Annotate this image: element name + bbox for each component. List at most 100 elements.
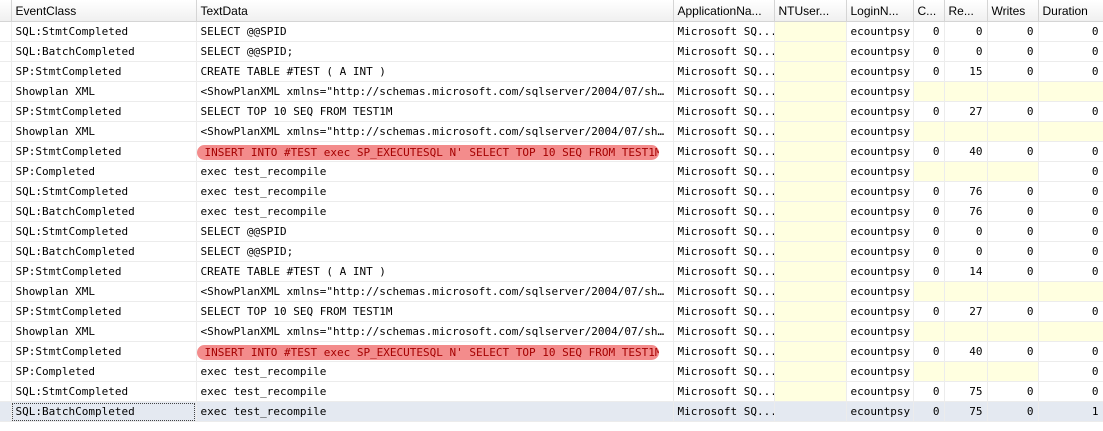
duration-cell[interactable]: 0 [1038, 381, 1103, 402]
writes-cell[interactable]: 0 [987, 381, 1039, 402]
table-row[interactable]: SQL:BatchCompleted exec test_recompile Mic… [0, 401, 1103, 422]
table-row[interactable]: Showplan XML <ShowPlanXML xmlns="http://s… [0, 281, 1103, 302]
event-class-cell[interactable]: SQL:BatchCompleted [11, 401, 197, 422]
row-header[interactable] [0, 401, 12, 422]
nt-user-cell[interactable] [774, 121, 847, 142]
column-header-duration[interactable]: Duration [1038, 0, 1103, 22]
text-data-cell[interactable]: exec test_recompile [196, 201, 674, 222]
row-header[interactable] [0, 61, 12, 82]
column-header-textdata[interactable]: TextData [196, 0, 674, 22]
writes-cell[interactable] [987, 361, 1039, 382]
row-header[interactable] [0, 261, 12, 282]
table-row[interactable]: Showplan XML <ShowPlanXML xmlns="http://s… [0, 321, 1103, 342]
reads-cell[interactable] [944, 361, 988, 382]
text-data-cell[interactable]: <ShowPlanXML xmlns="http://schemas.micro… [196, 321, 674, 342]
column-header-ntusername[interactable]: NTUser... [774, 0, 847, 22]
row-header[interactable] [0, 121, 12, 142]
writes-cell[interactable]: 0 [987, 101, 1039, 122]
reads-cell[interactable]: 15 [944, 61, 988, 82]
event-class-cell[interactable]: SQL:StmtCompleted [11, 21, 197, 42]
reads-cell[interactable]: 40 [944, 141, 988, 162]
duration-cell[interactable]: 0 [1038, 301, 1103, 322]
reads-cell[interactable]: 0 [944, 221, 988, 242]
event-class-cell[interactable]: SP:Completed [11, 361, 197, 382]
event-class-cell[interactable]: SP:StmtCompleted [11, 141, 197, 162]
column-header-cpu[interactable]: C... [913, 0, 945, 22]
cpu-cell[interactable]: 0 [913, 101, 945, 122]
writes-cell[interactable]: 0 [987, 401, 1039, 422]
login-name-cell[interactable]: ecountpsy [846, 281, 914, 302]
reads-cell[interactable]: 27 [944, 301, 988, 322]
nt-user-cell[interactable] [774, 241, 847, 262]
nt-user-cell[interactable] [774, 101, 847, 122]
login-name-cell[interactable]: ecountpsy [846, 321, 914, 342]
nt-user-cell[interactable] [774, 401, 847, 422]
cpu-cell[interactable] [913, 121, 945, 142]
row-header[interactable] [0, 141, 12, 162]
row-header[interactable] [0, 41, 12, 62]
event-class-cell[interactable]: SQL:StmtCompleted [11, 381, 197, 402]
writes-cell[interactable]: 0 [987, 141, 1039, 162]
reads-cell[interactable]: 0 [944, 21, 988, 42]
reads-cell[interactable]: 0 [944, 41, 988, 62]
row-header[interactable] [0, 221, 12, 242]
nt-user-cell[interactable] [774, 301, 847, 322]
event-class-cell[interactable]: SP:StmtCompleted [11, 61, 197, 82]
application-name-cell[interactable]: Microsoft SQ... [673, 261, 775, 282]
reads-cell[interactable]: 0 [944, 241, 988, 262]
application-name-cell[interactable]: Microsoft SQ... [673, 121, 775, 142]
reads-cell[interactable]: 14 [944, 261, 988, 282]
row-header[interactable] [0, 161, 12, 182]
column-header-loginname[interactable]: LoginN... [846, 0, 914, 22]
login-name-cell[interactable]: ecountpsy [846, 301, 914, 322]
row-header[interactable] [0, 341, 12, 362]
application-name-cell[interactable]: Microsoft SQ... [673, 161, 775, 182]
text-data-cell[interactable]: CREATE TABLE #TEST ( A INT ) [196, 61, 674, 82]
row-header[interactable] [0, 381, 12, 402]
reads-cell[interactable]: 75 [944, 381, 988, 402]
text-data-cell[interactable]: SELECT @@SPID; [196, 41, 674, 62]
duration-cell[interactable]: 0 [1038, 61, 1103, 82]
application-name-cell[interactable]: Microsoft SQ... [673, 341, 775, 362]
cpu-cell[interactable]: 0 [913, 381, 945, 402]
text-data-cell[interactable]: INSERT INTO #TEST exec SP_EXECUTESQL N' … [196, 141, 674, 162]
text-data-cell[interactable]: SELECT @@SPID; [196, 241, 674, 262]
application-name-cell[interactable]: Microsoft SQ... [673, 401, 775, 422]
table-row[interactable]: Showplan XML <ShowPlanXML xmlns="http://s… [0, 121, 1103, 142]
cpu-cell[interactable] [913, 321, 945, 342]
event-class-cell[interactable]: SQL:BatchCompleted [11, 41, 197, 62]
application-name-cell[interactable]: Microsoft SQ... [673, 201, 775, 222]
writes-cell[interactable] [987, 281, 1039, 302]
cpu-cell[interactable]: 0 [913, 221, 945, 242]
cpu-cell[interactable]: 0 [913, 261, 945, 282]
row-header[interactable] [0, 101, 12, 122]
nt-user-cell[interactable] [774, 201, 847, 222]
writes-cell[interactable] [987, 321, 1039, 342]
reads-cell[interactable] [944, 121, 988, 142]
login-name-cell[interactable]: ecountpsy [846, 61, 914, 82]
login-name-cell[interactable]: ecountpsy [846, 361, 914, 382]
text-data-cell[interactable]: exec test_recompile [196, 381, 674, 402]
reads-cell[interactable] [944, 161, 988, 182]
row-header[interactable] [0, 301, 12, 322]
row-header[interactable] [0, 201, 12, 222]
reads-cell[interactable] [944, 81, 988, 102]
table-row[interactable]: SQL:BatchCompleted SELECT @@SPID; Microsof… [0, 241, 1103, 262]
table-row[interactable]: SP:StmtCompleted CREATE TABLE #TEST ( A I… [0, 61, 1103, 82]
reads-cell[interactable]: 40 [944, 341, 988, 362]
application-name-cell[interactable]: Microsoft SQ... [673, 61, 775, 82]
writes-cell[interactable]: 0 [987, 341, 1039, 362]
text-data-cell[interactable]: exec test_recompile [196, 161, 674, 182]
writes-cell[interactable] [987, 81, 1039, 102]
application-name-cell[interactable]: Microsoft SQ... [673, 41, 775, 62]
event-class-cell[interactable]: SQL:BatchCompleted [11, 241, 197, 262]
text-data-cell[interactable]: exec test_recompile [196, 401, 674, 422]
duration-cell[interactable]: 0 [1038, 161, 1103, 182]
reads-cell[interactable]: 75 [944, 401, 988, 422]
cpu-cell[interactable]: 0 [913, 401, 945, 422]
event-class-cell[interactable]: SP:Completed [11, 161, 197, 182]
text-data-cell[interactable]: exec test_recompile [196, 361, 674, 382]
table-row[interactable]: SP:StmtCompleted CREATE TABLE #TEST ( A I… [0, 261, 1103, 282]
application-name-cell[interactable]: Microsoft SQ... [673, 81, 775, 102]
application-name-cell[interactable]: Microsoft SQ... [673, 181, 775, 202]
